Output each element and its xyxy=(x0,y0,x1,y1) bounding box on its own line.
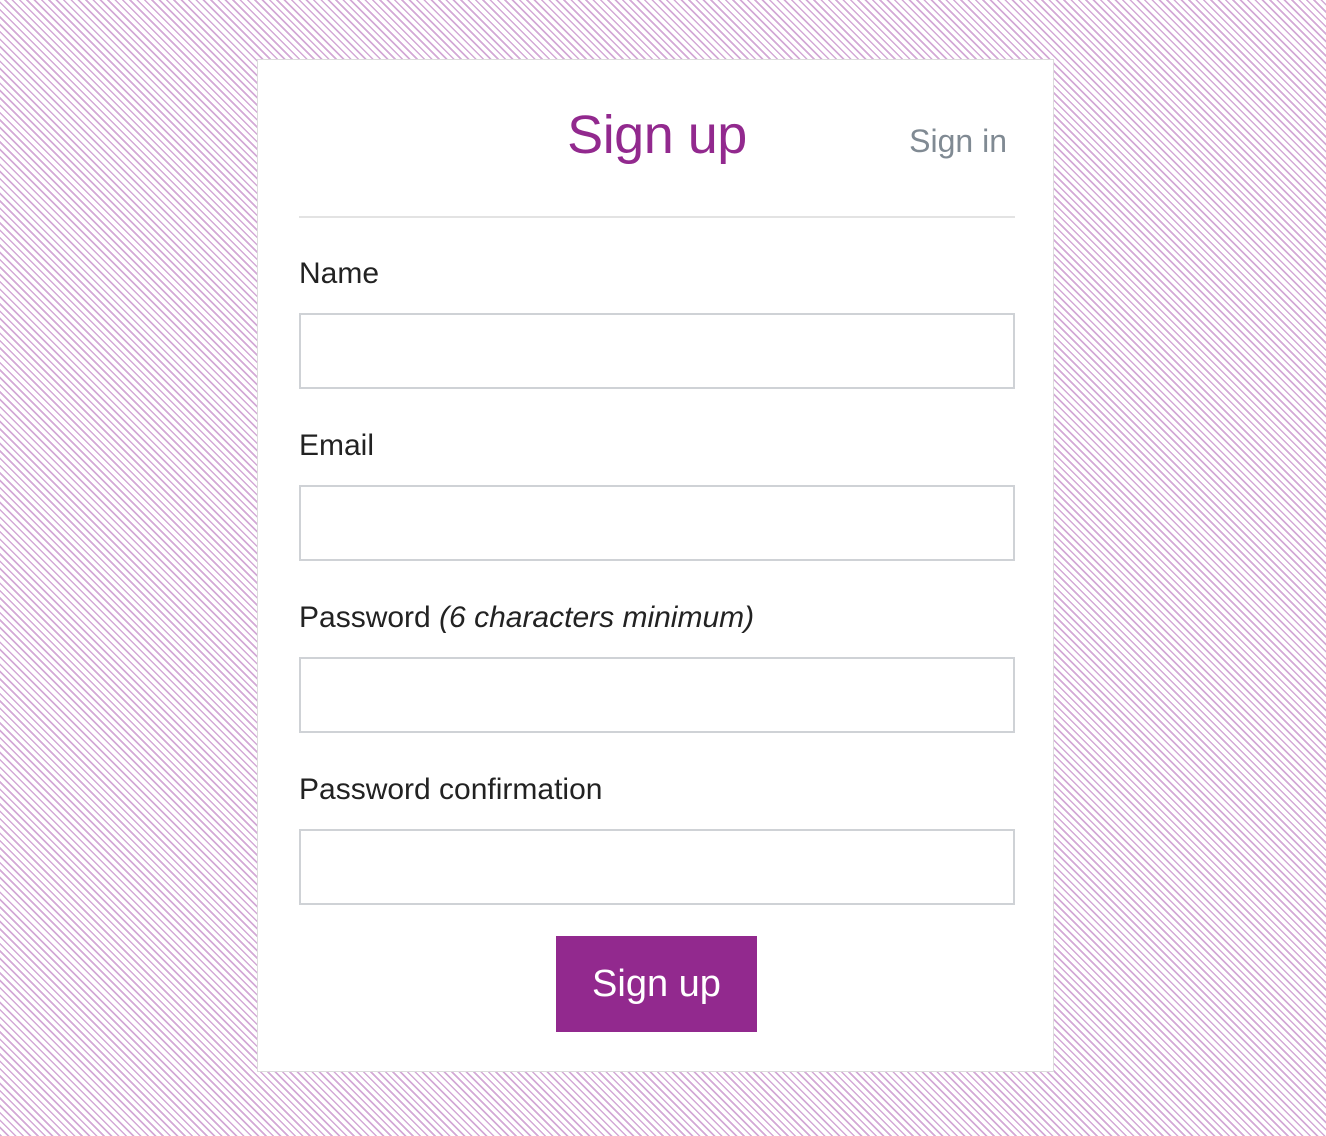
sign-in-link[interactable]: Sign in xyxy=(909,121,1007,161)
password-input[interactable] xyxy=(299,657,1015,733)
page-title: Sign up xyxy=(567,105,747,165)
sign-up-button[interactable]: Sign up xyxy=(556,936,757,1032)
email-input[interactable] xyxy=(299,485,1015,561)
email-label: Email xyxy=(299,428,374,464)
card-header: Sign up Sign in xyxy=(299,60,1015,218)
password-label-text: Password xyxy=(299,601,431,634)
password-confirmation-input[interactable] xyxy=(299,829,1015,905)
password-confirmation-label: Password confirmation xyxy=(299,772,602,808)
signup-card: Sign up Sign in Name Email Password (6 c… xyxy=(257,59,1054,1072)
password-confirmation-label-text: Password confirmation xyxy=(299,773,603,806)
name-label: Name xyxy=(299,256,379,292)
email-label-text: Email xyxy=(299,429,375,462)
name-label-text: Name xyxy=(299,257,380,290)
password-label: Password (6 characters minimum) xyxy=(299,600,754,636)
password-hint: (6 characters minimum) xyxy=(439,601,755,634)
name-input[interactable] xyxy=(299,313,1015,389)
